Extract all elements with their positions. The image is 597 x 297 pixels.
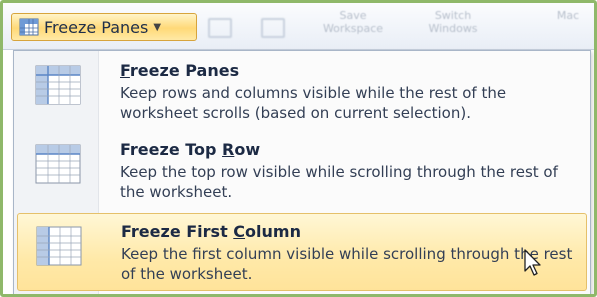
- freeze-panes-icon: [19, 18, 39, 36]
- screenshot-frame: Freeze Panes ▼ Save Workspace Switch Win…: [0, 0, 597, 297]
- switch-windows-line2: Windows: [428, 22, 478, 35]
- menu-item-description: Keep the first column visible while scro…: [121, 245, 573, 283]
- freeze-panes-button-label: Freeze Panes: [44, 17, 149, 37]
- freeze-panes-button[interactable]: Freeze Panes ▼: [11, 13, 197, 41]
- save-workspace-line2: Workspace: [322, 22, 384, 35]
- title-part: ow: [234, 140, 261, 159]
- macros-line1: Mac: [556, 9, 580, 22]
- ghost-grid-icon: [208, 18, 232, 38]
- chevron-down-icon: ▼: [153, 21, 162, 33]
- macros-button[interactable]: Mac: [548, 9, 588, 22]
- menu-item-freeze-first-column[interactable]: Freeze First Column Keep the first colum…: [17, 213, 587, 291]
- menu-item-description: Keep rows and columns visible while the …: [120, 84, 507, 122]
- access-key: C: [233, 222, 246, 241]
- title-part: Freeze Top: [120, 140, 223, 159]
- menu-item-freeze-top-row[interactable]: Freeze Top Row Keep the top row visible …: [17, 132, 587, 210]
- menu-item-title: Freeze Panes: [120, 61, 239, 80]
- freeze-top-row-icon: [35, 144, 81, 184]
- access-key: F: [120, 61, 130, 80]
- title-part: olumn: [245, 222, 301, 241]
- switch-windows-button[interactable]: Switch Windows: [403, 9, 503, 35]
- menu-item-title: Freeze Top Row: [120, 140, 260, 159]
- title-part: reeze Panes: [129, 61, 240, 80]
- menu-item-description: Keep the top row visible while scrolling…: [120, 163, 558, 201]
- ribbon-toolbar: Freeze Panes ▼ Save Workspace Switch Win…: [3, 3, 594, 50]
- save-workspace-line1: Save: [339, 9, 367, 22]
- ghost-grid-icon-2: [261, 18, 285, 38]
- title-part: Freeze First: [121, 222, 234, 241]
- freeze-first-column-icon: [36, 226, 82, 266]
- menu-item-title: Freeze First Column: [121, 222, 301, 241]
- menu-item-freeze-panes[interactable]: Freeze Panes Keep rows and columns visib…: [17, 53, 587, 131]
- freeze-panes-menu: Freeze Panes Keep rows and columns visib…: [13, 50, 591, 294]
- mouse-pointer-icon: [524, 249, 541, 276]
- save-workspace-button[interactable]: Save Workspace: [303, 9, 403, 35]
- switch-windows-line1: Switch: [434, 9, 472, 22]
- access-key: R: [222, 140, 235, 159]
- freeze-panes-icon: [35, 65, 81, 105]
